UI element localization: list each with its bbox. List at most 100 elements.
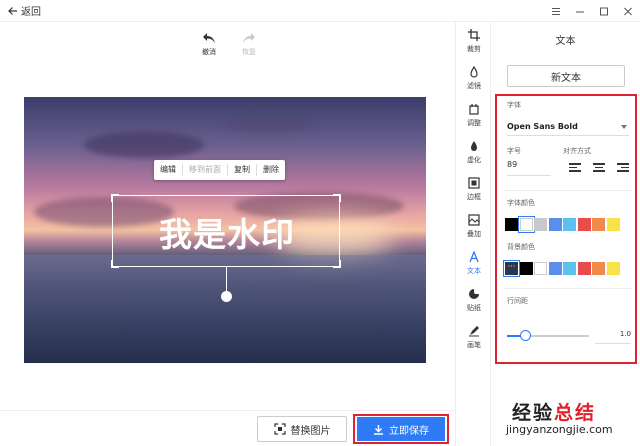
font-color-swatch[interactable] [548,218,562,231]
resize-handle[interactable] [333,194,341,202]
site-watermark-url: jingyanzongjie.com [506,423,613,436]
overlay-icon [468,213,480,226]
line-height-input[interactable]: 1.0 [595,330,631,344]
blur-icon [471,140,477,151]
tool-sticker[interactable]: 贴纸 [456,283,492,317]
app-window: 返回 撤消 恢复 编辑 移到前面 复制 删除 我是水印 替换图片 立即保存 裁剪… [0,0,640,446]
cloud-shape [224,117,314,133]
font-color-swatches [505,216,621,233]
undo-button[interactable]: 撤消 [196,32,222,57]
border-icon [468,176,480,189]
text-settings-panel: 文本 新文本 字体 Open Sans Bold 字号 对齐方式 89 字体颜色… [491,22,640,446]
new-text-button[interactable]: 新文本 [507,65,625,87]
adjust-icon [469,103,479,115]
menu-icon[interactable] [544,0,568,22]
tool-overlay[interactable]: 叠加 [456,209,492,243]
text-icon [469,250,479,262]
edit-button[interactable]: 编辑 [154,164,183,176]
replace-image-button[interactable]: 替换图片 [257,416,347,442]
bg-color-swatch[interactable] [606,262,620,275]
bg-color-swatch[interactable] [592,262,605,275]
delete-button[interactable]: 删除 [257,164,285,176]
sticker-icon [469,288,479,299]
line-height-label: 行间距 [507,297,528,305]
divider [503,190,633,191]
bg-color-swatch[interactable]: ··· [503,260,520,277]
maximize-icon[interactable] [592,0,616,22]
tool-brush-label: 画笔 [467,340,481,349]
tool-adjust[interactable]: 调整 [456,98,492,132]
bg-color-swatch[interactable] [519,262,533,275]
replace-image-icon [273,423,286,435]
bottom-bar: 替换图片 立即保存 [0,410,455,446]
tool-border[interactable]: 边框 [456,172,492,206]
tool-sticker-label: 贴纸 [467,303,481,312]
bg-color-swatch[interactable] [548,262,562,275]
bg-color-swatch[interactable] [534,262,547,275]
line-height-slider[interactable] [507,330,589,341]
font-color-swatch[interactable] [517,216,535,233]
bg-color-swatch[interactable] [563,262,576,275]
brush-icon [469,325,479,336]
site-watermark-title: 经验总结 [512,398,596,425]
font-label: 字体 [507,101,521,109]
tool-sidebar: 裁剪 滤镜 调整 虚化 边框 叠加 文本 贴纸 画笔 [455,22,491,446]
font-size-input[interactable]: 89 [507,160,551,176]
line-height-slider-knob[interactable] [519,330,531,341]
resize-handle[interactable] [333,260,341,268]
align-right-icon[interactable] [617,163,629,173]
tool-overlay-label: 叠加 [467,229,481,238]
rotate-handle[interactable] [221,291,232,302]
align-center-icon[interactable] [593,163,605,173]
close-icon[interactable] [616,0,640,22]
chevron-down-icon [621,125,627,129]
back-button[interactable]: 返回 [8,3,41,18]
align-left-icon[interactable] [569,163,581,173]
save-button-highlight: 立即保存 [353,414,449,444]
tool-blur[interactable]: 虚化 [456,135,492,169]
tool-filter[interactable]: 滤镜 [456,61,492,95]
sea-area [24,255,426,363]
font-color-swatch[interactable] [505,218,518,231]
tool-text-label: 文本 [467,266,481,275]
bg-color-label: 背景颜色 [507,243,535,251]
site-watermark-part1: 经验 [512,402,555,424]
font-color-swatch[interactable] [534,218,547,231]
tool-adjust-label: 调整 [467,118,481,127]
font-color-swatch[interactable] [577,218,591,231]
watermark-context-menu: 编辑 移到前面 复制 删除 [154,160,285,180]
align-label: 对齐方式 [563,147,591,155]
undo-icon [203,33,215,43]
divider [503,288,633,289]
move-front-button[interactable]: 移到前面 [183,164,228,176]
redo-label: 恢复 [242,48,256,56]
crop-icon [468,28,480,41]
tool-crop[interactable]: 裁剪 [456,24,492,58]
tool-crop-label: 裁剪 [467,44,481,53]
font-color-swatch[interactable] [563,218,576,231]
download-icon [374,424,383,435]
save-button[interactable]: 立即保存 [357,417,445,441]
rotate-line [226,267,227,291]
tool-brush[interactable]: 画笔 [456,320,492,354]
filter-icon [470,65,478,78]
copy-button[interactable]: 复制 [228,164,257,176]
watermark-text[interactable]: 我是水印 [113,196,341,268]
watermark-text-box[interactable]: 我是水印 [111,194,341,268]
bg-color-swatches: ··· [503,260,621,277]
tool-filter-label: 滤镜 [467,81,481,90]
redo-button[interactable]: 恢复 [236,32,262,57]
undo-label: 撤消 [202,48,216,56]
resize-handle[interactable] [111,194,119,202]
arrow-left-icon [8,6,17,15]
image-canvas[interactable]: 编辑 移到前面 复制 删除 我是水印 [24,97,426,363]
font-select-value: Open Sans Bold [507,122,578,131]
bg-color-swatch[interactable] [577,262,591,275]
font-color-swatch[interactable] [606,218,620,231]
font-select[interactable]: Open Sans Bold [507,118,629,136]
resize-handle[interactable] [111,260,119,268]
minimize-icon[interactable] [568,0,592,22]
history-controls: 撤消 恢复 [196,32,262,57]
tool-text[interactable]: 文本 [456,246,492,280]
font-color-swatch[interactable] [592,218,605,231]
